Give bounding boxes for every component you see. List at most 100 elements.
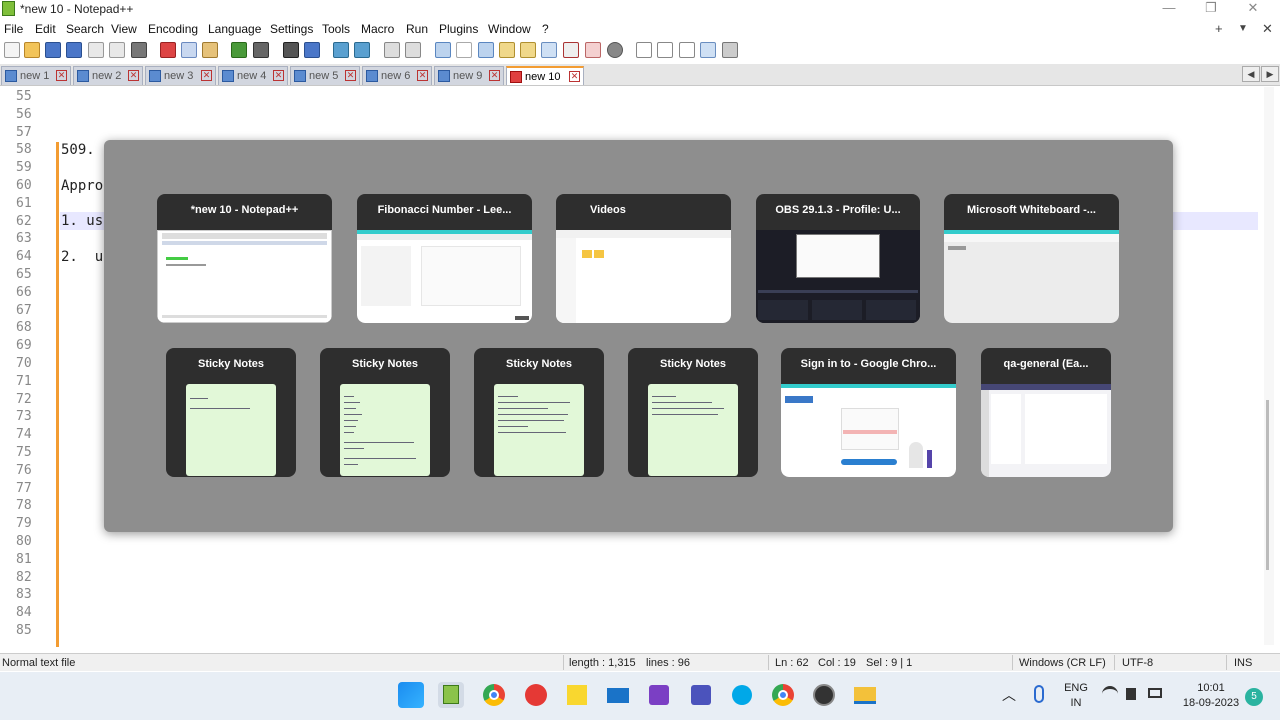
tab-close-icon[interactable]: ✕ [56,70,67,81]
save-macro-icon[interactable] [722,42,738,58]
wifi-icon[interactable] [1102,686,1118,698]
play-macro-icon[interactable] [679,42,695,58]
menu-plugins[interactable]: Plugins [439,22,478,36]
mail-icon[interactable] [605,682,631,708]
menu-encoding[interactable]: Encoding [148,22,198,36]
tab-new-3[interactable]: new 3 ✕ [145,66,216,85]
notepadpp-taskbar-icon[interactable] [438,682,464,708]
restore-button[interactable]: ❐ [1196,0,1226,16]
tab-close-icon[interactable]: ✕ [417,70,428,81]
menu-help[interactable]: ? [542,22,549,36]
tab-new-6[interactable]: new 6 ✕ [362,66,432,85]
close-file-icon[interactable] [88,42,104,58]
close-doc-icon[interactable]: ✕ [1262,21,1273,37]
tab-new-9[interactable]: new 9 ✕ [434,66,504,85]
obs-icon[interactable] [811,682,837,708]
window-card-sticky-3[interactable]: Sticky Notes [474,348,604,477]
tab-new-5[interactable]: new 5 ✕ [290,66,360,85]
tab-new-2[interactable]: new 2 ✕ [73,66,143,85]
scrollbar-thumb[interactable] [1266,400,1269,570]
encoding-label[interactable]: UTF-8 [1122,657,1153,669]
menu-view[interactable]: View [111,22,137,36]
sync-horizontal-icon[interactable] [405,42,421,58]
close-all-icon[interactable] [109,42,125,58]
tab-list-dropdown-icon[interactable]: ▼ [1238,23,1248,34]
zoom-in-icon[interactable] [333,42,349,58]
cut-icon[interactable] [160,42,176,58]
menu-window[interactable]: Window [488,22,531,36]
visual-studio-icon[interactable] [646,682,672,708]
paste-icon[interactable] [202,42,218,58]
zoom-out-icon[interactable] [354,42,370,58]
word-wrap-icon[interactable] [435,42,451,58]
save-all-icon[interactable] [66,42,82,58]
tab-close-icon[interactable]: ✕ [201,70,212,81]
tray-chevron-icon[interactable]: ︿ [1002,685,1016,705]
tab-new-4[interactable]: new 4 ✕ [218,66,288,85]
new-file-icon[interactable] [4,42,20,58]
window-card-sticky-1[interactable]: Sticky Notes [166,348,296,477]
lang-icon[interactable] [499,42,515,58]
window-card-qa-general[interactable]: qa-general (Ea... [981,348,1111,477]
chrome-profile-icon[interactable] [770,682,796,708]
run-macro-multiple-icon[interactable] [700,42,716,58]
record-macro-icon[interactable] [636,42,652,58]
language-region[interactable]: IN [1062,697,1090,709]
function-list-icon[interactable] [541,42,557,58]
microphone-icon[interactable] [1034,685,1044,703]
window-card-notepadpp[interactable]: *new 10 - Notepad++ [157,194,332,323]
menu-file[interactable]: File [4,22,23,36]
clock-time[interactable]: 10:01 [1176,682,1246,694]
clock-date[interactable]: 18-09-2023 [1176,697,1246,709]
file-explorer-icon[interactable] [852,682,878,708]
window-card-videos[interactable]: Videos [556,194,731,323]
close-button[interactable]: ✕ [1238,0,1268,16]
minimize-button[interactable]: — [1154,0,1184,16]
menu-settings[interactable]: Settings [270,22,313,36]
window-card-chrome-signin[interactable]: Sign in to - Google Chro... [781,348,956,477]
anydesk-icon[interactable] [523,682,549,708]
menu-search[interactable]: Search [66,22,104,36]
monitoring-icon[interactable] [585,42,601,58]
volume-icon[interactable] [1126,688,1136,700]
menu-edit[interactable]: Edit [35,22,56,36]
stop-macro-icon[interactable] [657,42,673,58]
tab-close-icon[interactable]: ✕ [128,70,139,81]
language-code[interactable]: ENG [1062,682,1090,694]
open-file-icon[interactable] [24,42,40,58]
teams-icon[interactable] [688,682,714,708]
tab-close-icon[interactable]: ✕ [489,70,500,81]
skype-icon[interactable] [729,682,755,708]
window-card-obs[interactable]: OBS 29.1.3 - Profile: U... [756,194,920,323]
doc-map-icon[interactable] [520,42,536,58]
folder-workspace-icon[interactable] [563,42,579,58]
window-card-fibonacci[interactable]: Fibonacci Number - Lee... [357,194,532,323]
chrome-icon[interactable] [481,682,507,708]
save-icon[interactable] [45,42,61,58]
indent-guide-icon[interactable] [478,42,494,58]
notification-badge[interactable]: 5 [1245,688,1263,706]
windows-start-icon[interactable] [398,682,424,708]
show-all-chars-icon[interactable] [456,42,472,58]
battery-icon[interactable] [1148,688,1162,698]
new-tab-plus-icon[interactable]: + [1215,21,1223,36]
replace-icon[interactable] [304,42,320,58]
tab-scroll-left-icon[interactable]: ◀ [1242,66,1260,82]
window-card-whiteboard[interactable]: Microsoft Whiteboard -... [944,194,1119,323]
find-icon[interactable] [283,42,299,58]
print-icon[interactable] [131,42,147,58]
sticky-notes-icon[interactable] [564,682,590,708]
sync-vertical-icon[interactable] [384,42,400,58]
tab-scroll-right-icon[interactable]: ▶ [1261,66,1279,82]
tab-new-1[interactable]: new 1 ✕ [1,66,71,85]
tab-close-icon[interactable]: ✕ [273,70,284,81]
window-card-sticky-2[interactable]: Sticky Notes [320,348,450,477]
tab-close-icon[interactable]: ✕ [345,70,356,81]
tab-close-icon[interactable]: ✕ [569,71,580,82]
tab-new-10[interactable]: new 10 ✕ [506,66,584,85]
copy-icon[interactable] [181,42,197,58]
redo-icon[interactable] [253,42,269,58]
menu-tools[interactable]: Tools [322,22,350,36]
undo-icon[interactable] [231,42,247,58]
menu-language[interactable]: Language [208,22,261,36]
